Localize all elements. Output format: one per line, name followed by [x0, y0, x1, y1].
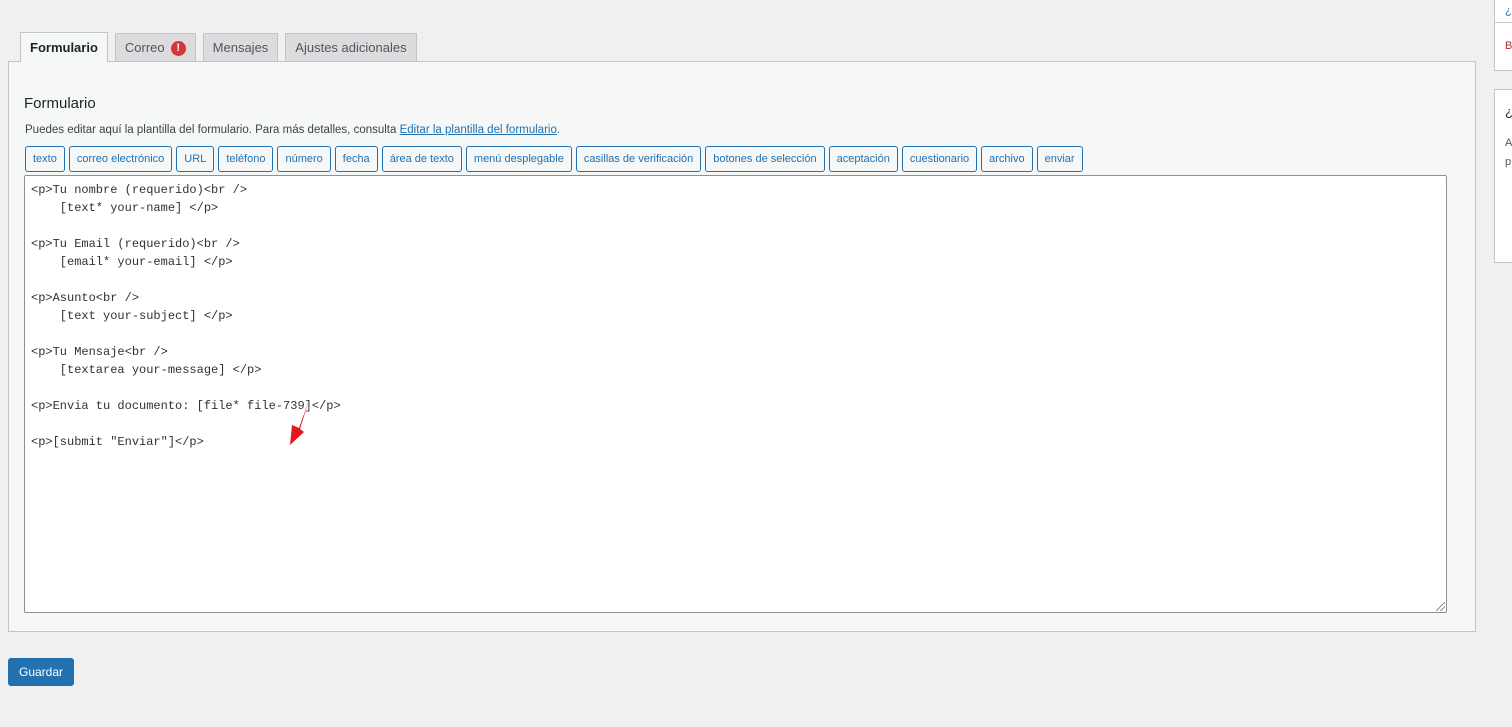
tag-button-area-de-texto[interactable]: área de texto	[381, 146, 462, 172]
sidebar-info-title: ¿	[1505, 104, 1512, 119]
tag-button-cuestionario[interactable]: cuestionario	[901, 146, 978, 172]
tab-label: Mensajes	[212, 40, 269, 55]
sidebar-info-text: A	[1505, 137, 1512, 149]
sidebar-delete-link[interactable]: B	[1505, 40, 1512, 52]
tag-button-url[interactable]: URL	[176, 146, 215, 172]
edit-template-link[interactable]: Editar la plantilla del formulario	[400, 124, 557, 136]
editor-content: <p>Tu nombre (requerido)<br /> [text* yo…	[31, 183, 341, 449]
tab-ajustes-adicionales[interactable]: Ajustes adicionales	[285, 33, 417, 62]
tab-mensajes[interactable]: Mensajes	[202, 33, 279, 62]
tab-label: Correo	[124, 40, 165, 55]
tab-label: Formulario	[30, 39, 98, 55]
tag-button-texto[interactable]: texto	[25, 146, 65, 172]
sidebar-status-box: ¿C B	[1494, 0, 1512, 71]
tag-button-correo-electronico[interactable]: correo electrónico	[68, 146, 173, 172]
description-suffix: .	[556, 124, 561, 136]
sidebar-info-text: p	[1505, 156, 1512, 168]
tag-button-casillas-de-verificacion[interactable]: casillas de verificación	[575, 146, 702, 172]
red-arrow-annotation-icon	[290, 400, 309, 445]
tab-bar: Formulario Correo ! Mensajes Ajustes adi…	[20, 32, 424, 62]
form-template-editor[interactable]: <p>Tu nombre (requerido)<br /> [text* yo…	[24, 175, 1447, 613]
tag-button-telefono[interactable]: teléfono	[218, 146, 274, 172]
tag-button-numero[interactable]: número	[277, 146, 331, 172]
panel-title: Formulario	[24, 95, 96, 112]
tab-formulario[interactable]: Formulario	[20, 32, 108, 62]
tag-button-aceptacion[interactable]: aceptación	[828, 146, 898, 172]
resize-grip-icon[interactable]	[1436, 602, 1445, 611]
tab-correo[interactable]: Correo !	[114, 33, 196, 62]
form-panel: Formulario Puedes editar aquí la plantil…	[8, 61, 1476, 632]
tag-button-fecha[interactable]: fecha	[334, 146, 378, 172]
description-text: Puedes editar aquí la plantilla del form…	[25, 124, 400, 136]
save-button[interactable]: Guardar	[8, 658, 75, 686]
tab-label: Ajustes adicionales	[295, 40, 407, 55]
tag-button-menu-desplegable[interactable]: menú desplegable	[465, 146, 572, 172]
warning-badge-icon: !	[170, 40, 186, 56]
tag-button-enviar[interactable]: enviar	[1036, 146, 1083, 172]
tag-button-botones-de-seleccion[interactable]: botones de selección	[705, 146, 825, 172]
tag-generator-buttons: texto correo electrónico URL teléfono nú…	[25, 146, 1087, 172]
panel-description: Puedes editar aquí la plantilla del form…	[25, 124, 560, 136]
sidebar-info-box: ¿ A p	[1494, 89, 1512, 263]
sidebar-link[interactable]: ¿C	[1505, 5, 1512, 17]
sidebar-divider	[1495, 22, 1512, 23]
tag-button-archivo[interactable]: archivo	[981, 146, 1033, 172]
